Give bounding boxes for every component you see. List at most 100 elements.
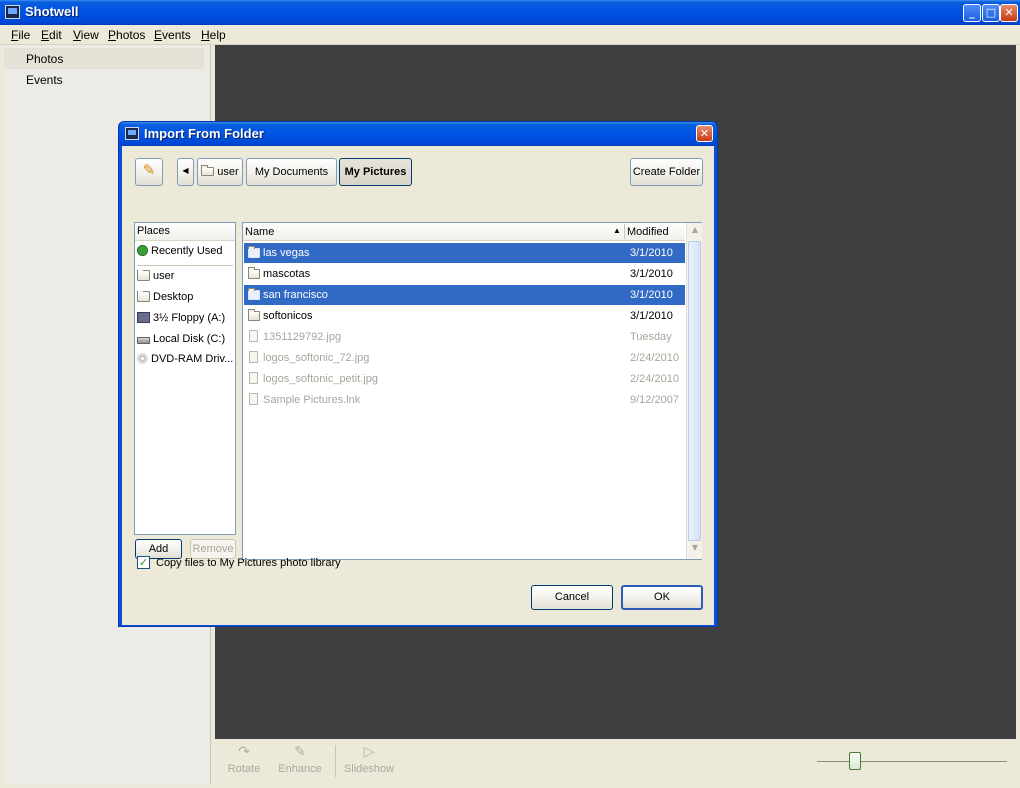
dialog-close-button[interactable]: ✕ <box>696 125 713 142</box>
file-row-softonicos[interactable]: softonicos 3/1/2010 <box>244 306 685 326</box>
copy-files-checkbox[interactable]: ✓ <box>137 556 150 569</box>
maximize-button[interactable]: □ <box>982 4 1000 22</box>
file-modified: 3/1/2010 <box>630 268 673 280</box>
add-place-label: Add <box>148 543 169 555</box>
close-button[interactable]: ✕ <box>1000 4 1018 22</box>
place-desktop[interactable]: Desktop <box>137 291 235 309</box>
rotate-label: Rotate <box>227 763 261 775</box>
folder-icon <box>248 246 260 258</box>
minimize-button[interactable]: _ <box>963 4 981 22</box>
file-row-sample-pictures-lnk: Sample Pictures.lnk 9/12/2007 <box>244 390 685 410</box>
sidebar-item-photos[interactable]: Photos <box>4 48 204 69</box>
file-list-header: Name ▲ Modified <box>243 223 685 241</box>
zoom-slider-thumb[interactable] <box>849 752 861 770</box>
sidebar-item-events[interactable]: Events <box>4 69 204 90</box>
place-recently-used[interactable]: Recently Used <box>137 245 235 263</box>
image-file-icon <box>249 330 258 342</box>
main-titlebar[interactable]: Shotwell _ □ ✕ <box>0 0 1020 25</box>
scrollbar-thumb[interactable] <box>688 241 701 541</box>
file-name: logos_softonic_petit.jpg <box>263 373 378 385</box>
places-header[interactable]: Places <box>135 223 235 241</box>
bottom-toolbar: ↷ Rotate ✎ Enhance ▷ Slideshow <box>215 739 1016 785</box>
file-name: softonicos <box>263 310 313 322</box>
menu-edit[interactable]: Edit <box>41 28 62 42</box>
column-name-header[interactable]: Name <box>245 226 274 238</box>
dialog-titlebar[interactable]: Import From Folder ✕ <box>119 122 717 146</box>
hard-disk-icon <box>137 337 150 344</box>
folder-icon <box>248 267 260 279</box>
place-label: Desktop <box>153 291 194 303</box>
scroll-up-arrow-icon[interactable]: ▲ <box>689 225 701 239</box>
ok-label: OK <box>654 591 670 603</box>
menu-help[interactable]: Help <box>201 28 226 42</box>
file-row-logos-softonic-petit: logos_softonic_petit.jpg 2/24/2010 <box>244 369 685 389</box>
cancel-button[interactable]: Cancel <box>531 585 613 610</box>
place-dvd-drive[interactable]: DVD-RAM Driv... <box>137 353 235 371</box>
path-button-my-pictures[interactable]: My Pictures <box>339 158 412 186</box>
file-row-mascotas[interactable]: mascotas 3/1/2010 <box>244 264 685 284</box>
place-floppy[interactable]: 3½ Floppy (A:) <box>137 312 235 330</box>
scroll-down-arrow-icon[interactable]: ▼ <box>689 543 701 557</box>
rotate-icon: ↷ <box>238 743 250 759</box>
file-modified: 9/12/2007 <box>630 394 679 406</box>
file-modified: 3/1/2010 <box>630 247 673 259</box>
menu-file[interactable]: File <box>11 28 30 42</box>
menu-events[interactable]: Events <box>154 28 191 42</box>
place-label: user <box>153 270 175 282</box>
file-modified: 3/1/2010 <box>630 289 673 301</box>
places-separator <box>137 265 233 266</box>
dialog-title: Import From Folder <box>144 126 264 141</box>
create-folder-button[interactable]: Create Folder <box>630 158 703 186</box>
path-button-my-documents[interactable]: My Documents <box>246 158 337 186</box>
toolbar-separator <box>335 745 336 777</box>
image-file-icon <box>249 372 258 384</box>
menu-photos[interactable]: Photos <box>108 28 145 42</box>
slideshow-button[interactable]: ▷ Slideshow <box>339 743 399 775</box>
rotate-button[interactable]: ↷ Rotate <box>214 743 274 775</box>
ok-button[interactable]: OK <box>621 585 703 610</box>
remove-place-button[interactable]: Remove <box>190 539 236 559</box>
place-user[interactable]: user <box>137 270 235 288</box>
place-label: Local Disk (C:) <box>153 333 226 345</box>
window-title: Shotwell <box>25 4 79 19</box>
file-modified: Tuesday <box>630 331 672 343</box>
place-label: Recently Used <box>151 245 223 257</box>
file-row-logos-softonic-72: logos_softonic_72.jpg 2/24/2010 <box>244 348 685 368</box>
path-back-button[interactable]: ◀ <box>177 158 194 186</box>
file-name: Sample Pictures.lnk <box>263 394 361 406</box>
floppy-icon <box>137 312 150 323</box>
places-pane: Places Recently Used user Desktop 3½ Flo… <box>134 222 236 535</box>
checkmark-icon: ✓ <box>138 556 149 569</box>
file-name: las vegas <box>263 247 310 259</box>
copy-files-label[interactable]: Copy files to My Pictures photo library <box>156 557 341 569</box>
file-modified: 2/24/2010 <box>630 352 679 364</box>
folder-icon <box>137 291 150 302</box>
place-label: DVD-RAM Driv... <box>151 353 234 365</box>
path-button-user[interactable]: user <box>197 158 243 186</box>
import-dialog: Import From Folder ✕ ✎ ◀ user My Documen… <box>118 121 718 627</box>
dvd-drive-icon <box>137 353 148 364</box>
column-separator <box>624 224 625 239</box>
image-file-icon <box>249 351 258 363</box>
file-name: 1351129792.jpg <box>263 331 342 343</box>
type-location-button[interactable]: ✎ <box>135 158 163 186</box>
shotwell-app-icon <box>5 5 20 19</box>
place-local-disk[interactable]: Local Disk (C:) <box>137 333 235 351</box>
enhance-icon: ✎ <box>294 743 306 759</box>
enhance-button[interactable]: ✎ Enhance <box>270 743 330 775</box>
slideshow-label: Slideshow <box>343 763 395 775</box>
folder-icon <box>248 288 260 300</box>
file-name: mascotas <box>263 268 311 280</box>
left-arrow-icon: ◀ <box>182 166 189 175</box>
folder-icon <box>248 309 260 321</box>
column-modified-header[interactable]: Modified <box>627 226 669 238</box>
file-row-las-vegas[interactable]: las vegas 3/1/2010 <box>244 243 685 263</box>
folder-icon <box>201 165 215 176</box>
zoom-slider-track[interactable] <box>817 761 1007 762</box>
menubar: File Edit View Photos Events Help <box>0 25 1020 45</box>
file-modified: 2/24/2010 <box>630 373 679 385</box>
menu-view[interactable]: View <box>73 28 99 42</box>
file-list-scrollbar[interactable]: ▲ ▼ <box>686 223 702 559</box>
play-icon: ▷ <box>363 743 375 759</box>
file-row-san-francisco[interactable]: san francisco 3/1/2010 <box>244 285 685 305</box>
